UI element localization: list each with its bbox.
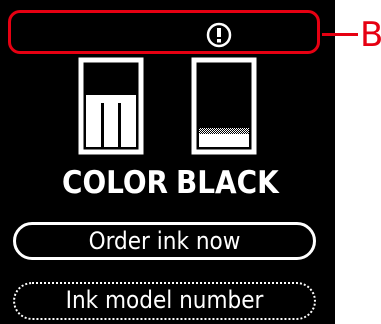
alert-icon: [206, 22, 232, 48]
ink-model-number-button[interactable]: Ink model number: [13, 282, 316, 320]
status-bar: [8, 10, 320, 54]
color-ink-cartridge-icon: [78, 57, 144, 155]
black-ink-label: BLACK: [176, 165, 279, 201]
callout-line: [322, 33, 358, 36]
order-ink-button[interactable]: Order ink now: [13, 222, 316, 260]
printer-lcd-screen: COLOR BLACK Order ink now Ink model numb…: [0, 0, 335, 324]
callout-label: B: [360, 15, 381, 55]
color-ink-label: COLOR: [62, 165, 169, 201]
black-ink-cartridge-icon: [191, 57, 257, 155]
